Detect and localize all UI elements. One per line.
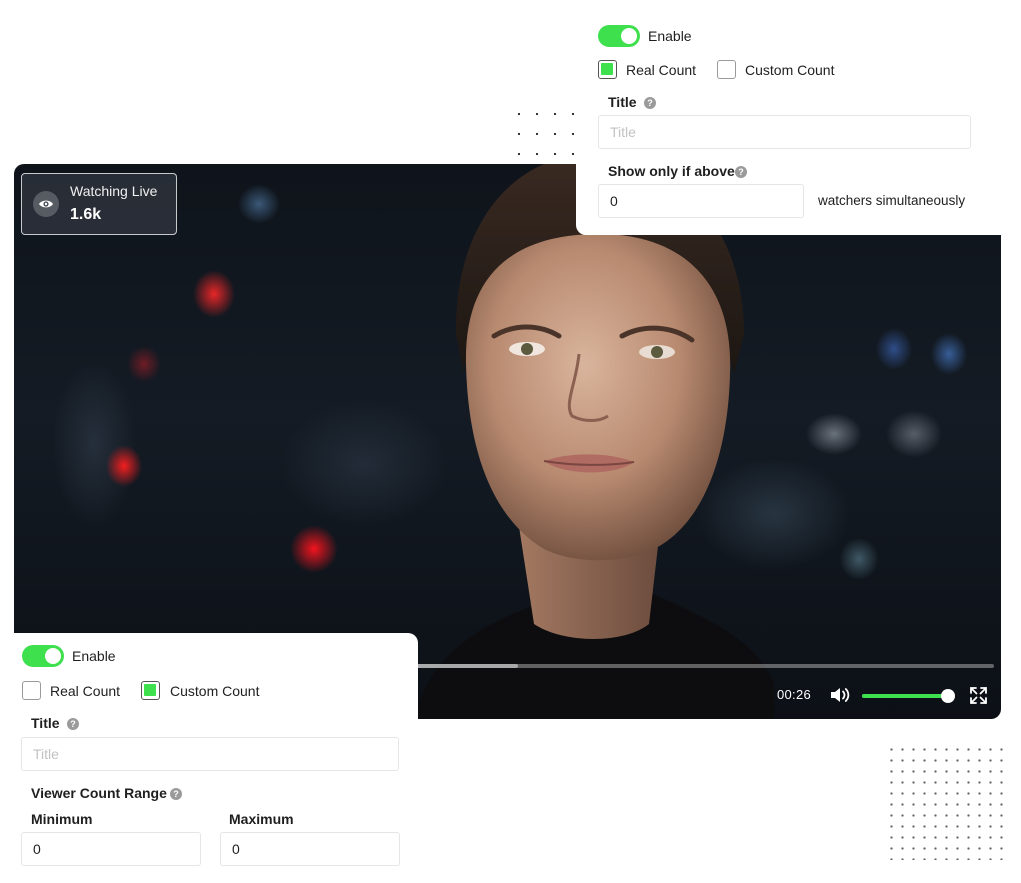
- dotted-decoration-bottom: [886, 744, 1006, 860]
- real-count-checkbox-top[interactable]: [598, 60, 617, 79]
- video-progress-bar[interactable]: [414, 664, 994, 668]
- title-input-top[interactable]: [598, 115, 971, 149]
- threshold-input[interactable]: [598, 184, 804, 218]
- volume-slider-fill: [862, 694, 948, 698]
- maximum-label: Maximum: [229, 811, 294, 827]
- watching-live-label: Watching Live: [70, 183, 158, 199]
- minimum-input[interactable]: [21, 832, 201, 866]
- toggle-knob: [45, 648, 61, 664]
- viewer-count-range-label: Viewer Count Range: [31, 785, 167, 801]
- volume-icon[interactable]: [829, 686, 851, 704]
- toggle-knob: [621, 28, 637, 44]
- eye-icon: [33, 191, 59, 217]
- video-frame-portrait: [414, 164, 774, 719]
- help-icon[interactable]: ?: [644, 97, 656, 109]
- title-label-bottom: Title: [31, 715, 60, 731]
- minimum-label: Minimum: [31, 811, 93, 827]
- custom-count-label-top: Custom Count: [745, 62, 835, 78]
- real-count-checkbox-bottom[interactable]: [22, 681, 41, 700]
- help-icon[interactable]: ?: [735, 166, 747, 178]
- real-count-settings-panel: Enable Real Count Custom Count Title ? S…: [576, 14, 1007, 235]
- video-progress-fill: [414, 664, 519, 668]
- enable-label-top: Enable: [648, 28, 692, 44]
- help-icon[interactable]: ?: [170, 788, 182, 800]
- enable-toggle-top[interactable]: [598, 25, 640, 47]
- custom-count-label-bottom: Custom Count: [170, 683, 260, 699]
- watching-live-count: 1.6k: [70, 206, 102, 223]
- custom-count-settings-panel: Enable Real Count Custom Count Title ? V…: [0, 633, 418, 883]
- help-icon[interactable]: ?: [67, 718, 79, 730]
- title-label-top: Title: [608, 94, 637, 110]
- real-count-label-bottom: Real Count: [50, 683, 121, 699]
- dotted-decoration-top: [510, 104, 580, 156]
- fullscreen-icon[interactable]: [969, 686, 988, 705]
- watching-live-badge: Watching Live 1.6k: [21, 173, 177, 235]
- video-time: 00:26: [777, 687, 812, 702]
- threshold-suffix: watchers simultaneously: [818, 193, 966, 208]
- custom-count-checkbox-top[interactable]: [717, 60, 736, 79]
- enable-label-bottom: Enable: [72, 648, 116, 664]
- threshold-label: Show only if above: [608, 163, 735, 179]
- volume-slider[interactable]: [862, 689, 955, 703]
- maximum-input[interactable]: [220, 832, 400, 866]
- title-input-bottom[interactable]: [21, 737, 399, 771]
- enable-toggle-bottom[interactable]: [22, 645, 64, 667]
- custom-count-checkbox-bottom[interactable]: [141, 681, 160, 700]
- real-count-label-top: Real Count: [626, 62, 697, 78]
- volume-slider-knob[interactable]: [941, 689, 955, 703]
